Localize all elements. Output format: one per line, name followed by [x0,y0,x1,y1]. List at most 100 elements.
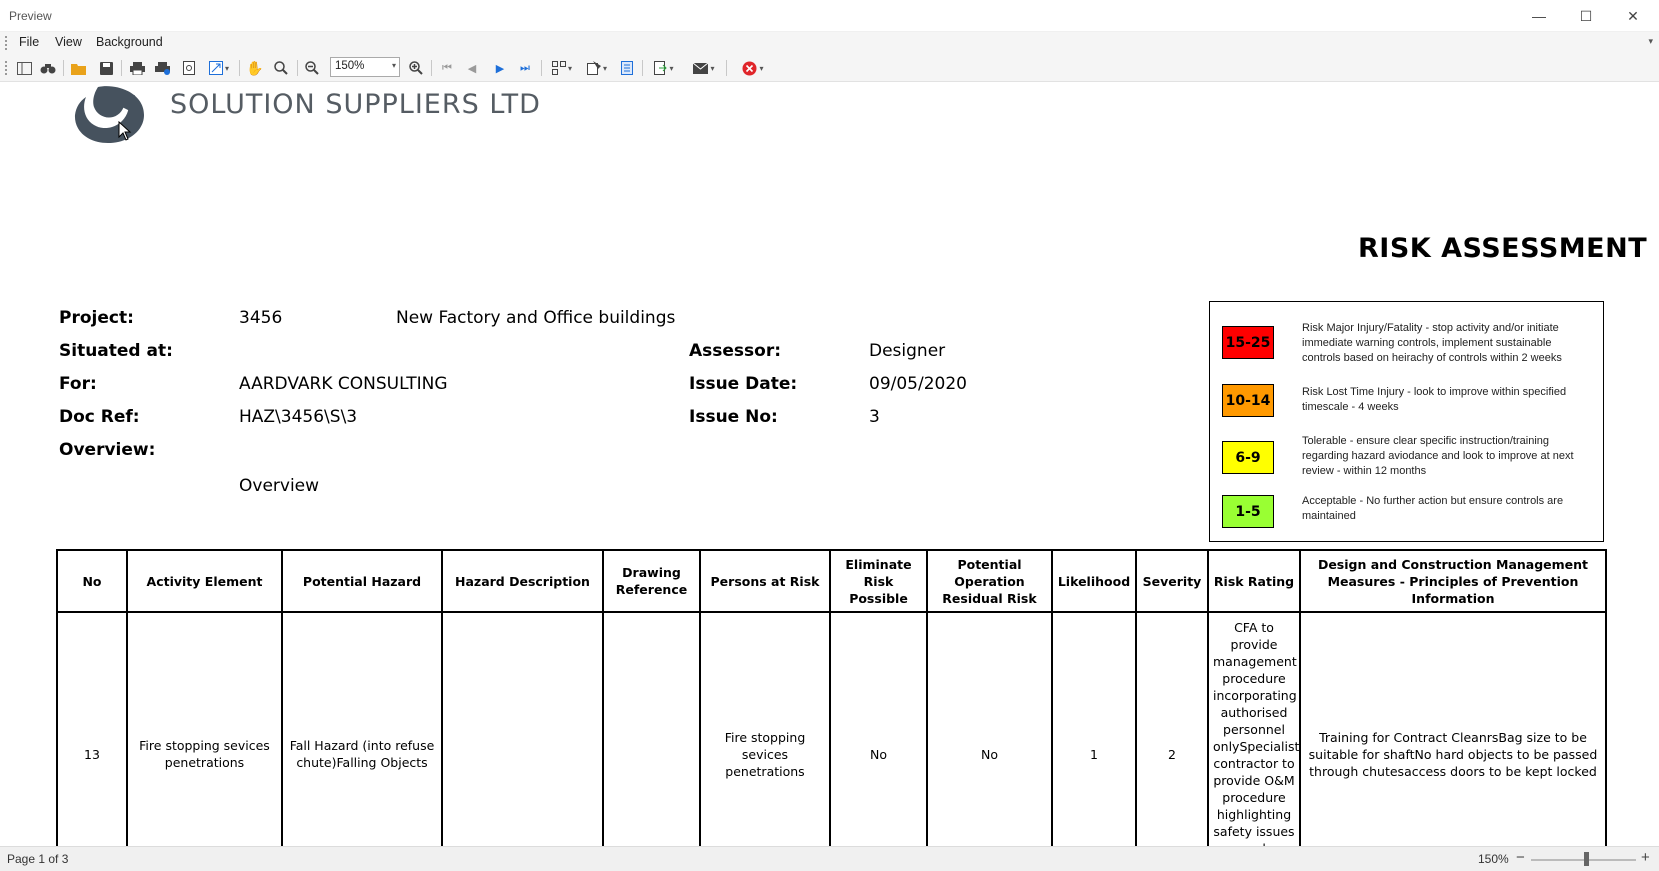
first-page-icon[interactable]: ⏮ [438,58,456,78]
hand-tool-icon[interactable]: ✋ [246,58,264,78]
docref-value: HAZ\3456\S\3 [239,407,358,427]
last-page-icon[interactable]: ⏭ [516,58,534,78]
table-row: 13 Fire stopping sevices penetrations Fa… [56,611,1607,846]
report-title: RISK ASSESSMENT [1358,233,1648,264]
multiple-pages-icon[interactable] [548,58,576,78]
scale-icon[interactable] [205,58,233,78]
column-header: No [56,549,128,613]
column-header: Likelihood [1051,549,1137,613]
legend-text-high: Risk Major Injury/Fatality - stop activi… [1302,322,1562,364]
toolbar-separator [63,60,64,76]
page-indicator: Page 1 of 3 [7,852,69,866]
close-button[interactable]: ✕ [1610,0,1656,32]
issue-no-value: 3 [869,407,880,427]
magnifier-icon[interactable] [272,58,290,78]
risk-legend: 15-25 Risk Major Injury/Fatality - stop … [1209,301,1604,542]
toolbar-separator [541,60,542,76]
overview-value: Overview [239,476,320,496]
export-icon[interactable] [649,58,679,78]
toolbar-separator [239,60,240,76]
column-header: Risk Rating [1207,549,1301,613]
find-icon[interactable] [39,58,57,78]
legend-swatch-medium-high: 10-14 [1222,384,1274,417]
menu-view[interactable]: View [55,35,82,49]
column-header: Severity [1135,549,1209,613]
for-value: AARDVARK CONSULTING [239,374,448,394]
cell-drawing [602,611,701,846]
cell-rating: CFA to provide management procedure inco… [1207,611,1301,846]
cell-eliminate: No [829,611,928,846]
menu-grip[interactable] [5,36,7,50]
assessor-label: Assessor: [689,341,782,361]
window-title: Preview [9,9,52,23]
column-header: Drawing Reference [602,549,701,613]
open-icon[interactable] [70,58,88,78]
toolbar-grip[interactable] [5,61,7,75]
menu-overflow-icon[interactable]: ▾ [1648,36,1653,47]
situated-label: Situated at: [59,341,173,361]
issue-date-label: Issue Date: [689,374,798,394]
print-icon[interactable] [128,58,146,78]
cell-likelihood: 1 [1051,611,1137,846]
column-header: Potential Hazard [281,549,443,613]
project-name: New Factory and Office buildings [396,308,676,328]
column-header: Persons at Risk [699,549,831,613]
column-header: Hazard Description [441,549,604,613]
minimize-button[interactable]: — [1516,0,1562,32]
cell-severity: 2 [1135,611,1209,846]
for-label: For: [59,374,97,394]
overview-label: Overview: [59,440,156,460]
next-page-icon[interactable]: ▶ [491,58,509,78]
watermark-icon[interactable] [618,58,636,78]
zoom-out-button[interactable]: − [1516,849,1525,866]
cell-hazard: Fall Hazard (into refuse chute)Falling O… [281,611,443,846]
toolbar-separator [726,60,727,76]
cell-measures: Training for Contract CleanrsBag size to… [1299,611,1607,846]
chevron-down-icon[interactable]: ▾ [392,61,396,70]
title-bar: Preview — ☐ ✕ [0,0,1659,32]
project-number: 3456 [239,308,283,328]
toolbar: ✋ ⏮ ◀ ▶ ⏭ [0,54,1659,82]
page-setup-icon[interactable] [180,58,198,78]
zoom-in-button[interactable]: + [1641,849,1650,866]
document-map-icon[interactable] [15,58,33,78]
menu-file[interactable]: File [19,35,39,49]
docref-label: Doc Ref: [59,407,140,427]
column-header: Potential Operation Residual Risk [926,549,1053,613]
company-name: SOLUTION SUPPLIERS LTD [170,89,541,120]
zoom-combobox[interactable]: 150% ▾ [330,57,400,77]
issue-no-label: Issue No: [689,407,778,427]
zoom-combobox-value: 150% [335,60,365,72]
status-bar: Page 1 of 3 150% − + [0,846,1659,871]
document-page: SOLUTION SUPPLIERS LTD RISK ASSESSMENT P… [0,83,1659,846]
company-logo [74,86,144,143]
legend-swatch-low: 1-5 [1222,495,1274,528]
menu-background[interactable]: Background [96,35,163,49]
zoom-slider-thumb[interactable] [1583,852,1589,866]
cell-persons: Fire stopping sevices penetrations [699,611,831,846]
previous-page-icon[interactable]: ◀ [463,58,481,78]
legend-swatch-medium: 6-9 [1222,441,1274,474]
issue-date-value: 09/05/2020 [869,374,967,394]
toolbar-separator [431,60,432,76]
legend-swatch-high: 15-25 [1222,326,1274,359]
zoom-out-icon[interactable] [303,58,321,78]
save-icon[interactable] [97,58,115,78]
page-color-icon[interactable] [583,58,611,78]
close-preview-icon[interactable] [737,58,769,78]
table-header-row: No Activity Element Potential Hazard Haz… [56,549,1607,613]
maximize-button[interactable]: ☐ [1563,0,1609,32]
quick-print-icon[interactable] [153,58,171,78]
column-header: Activity Element [126,549,283,613]
toolbar-separator [642,60,643,76]
cell-no: 13 [56,611,128,846]
send-email-icon[interactable] [689,58,719,78]
zoom-in-icon[interactable] [407,58,425,78]
column-header: Design and Construction Management Measu… [1299,549,1607,613]
menu-bar: File View Background ▾ [0,32,1659,54]
legend-text-low: Acceptable - No further action but ensur… [1302,495,1564,522]
zoom-percentage: 150% [1478,852,1509,866]
cell-description [441,611,604,846]
assessor-value: Designer [869,341,946,361]
mouse-cursor-icon [118,121,132,141]
